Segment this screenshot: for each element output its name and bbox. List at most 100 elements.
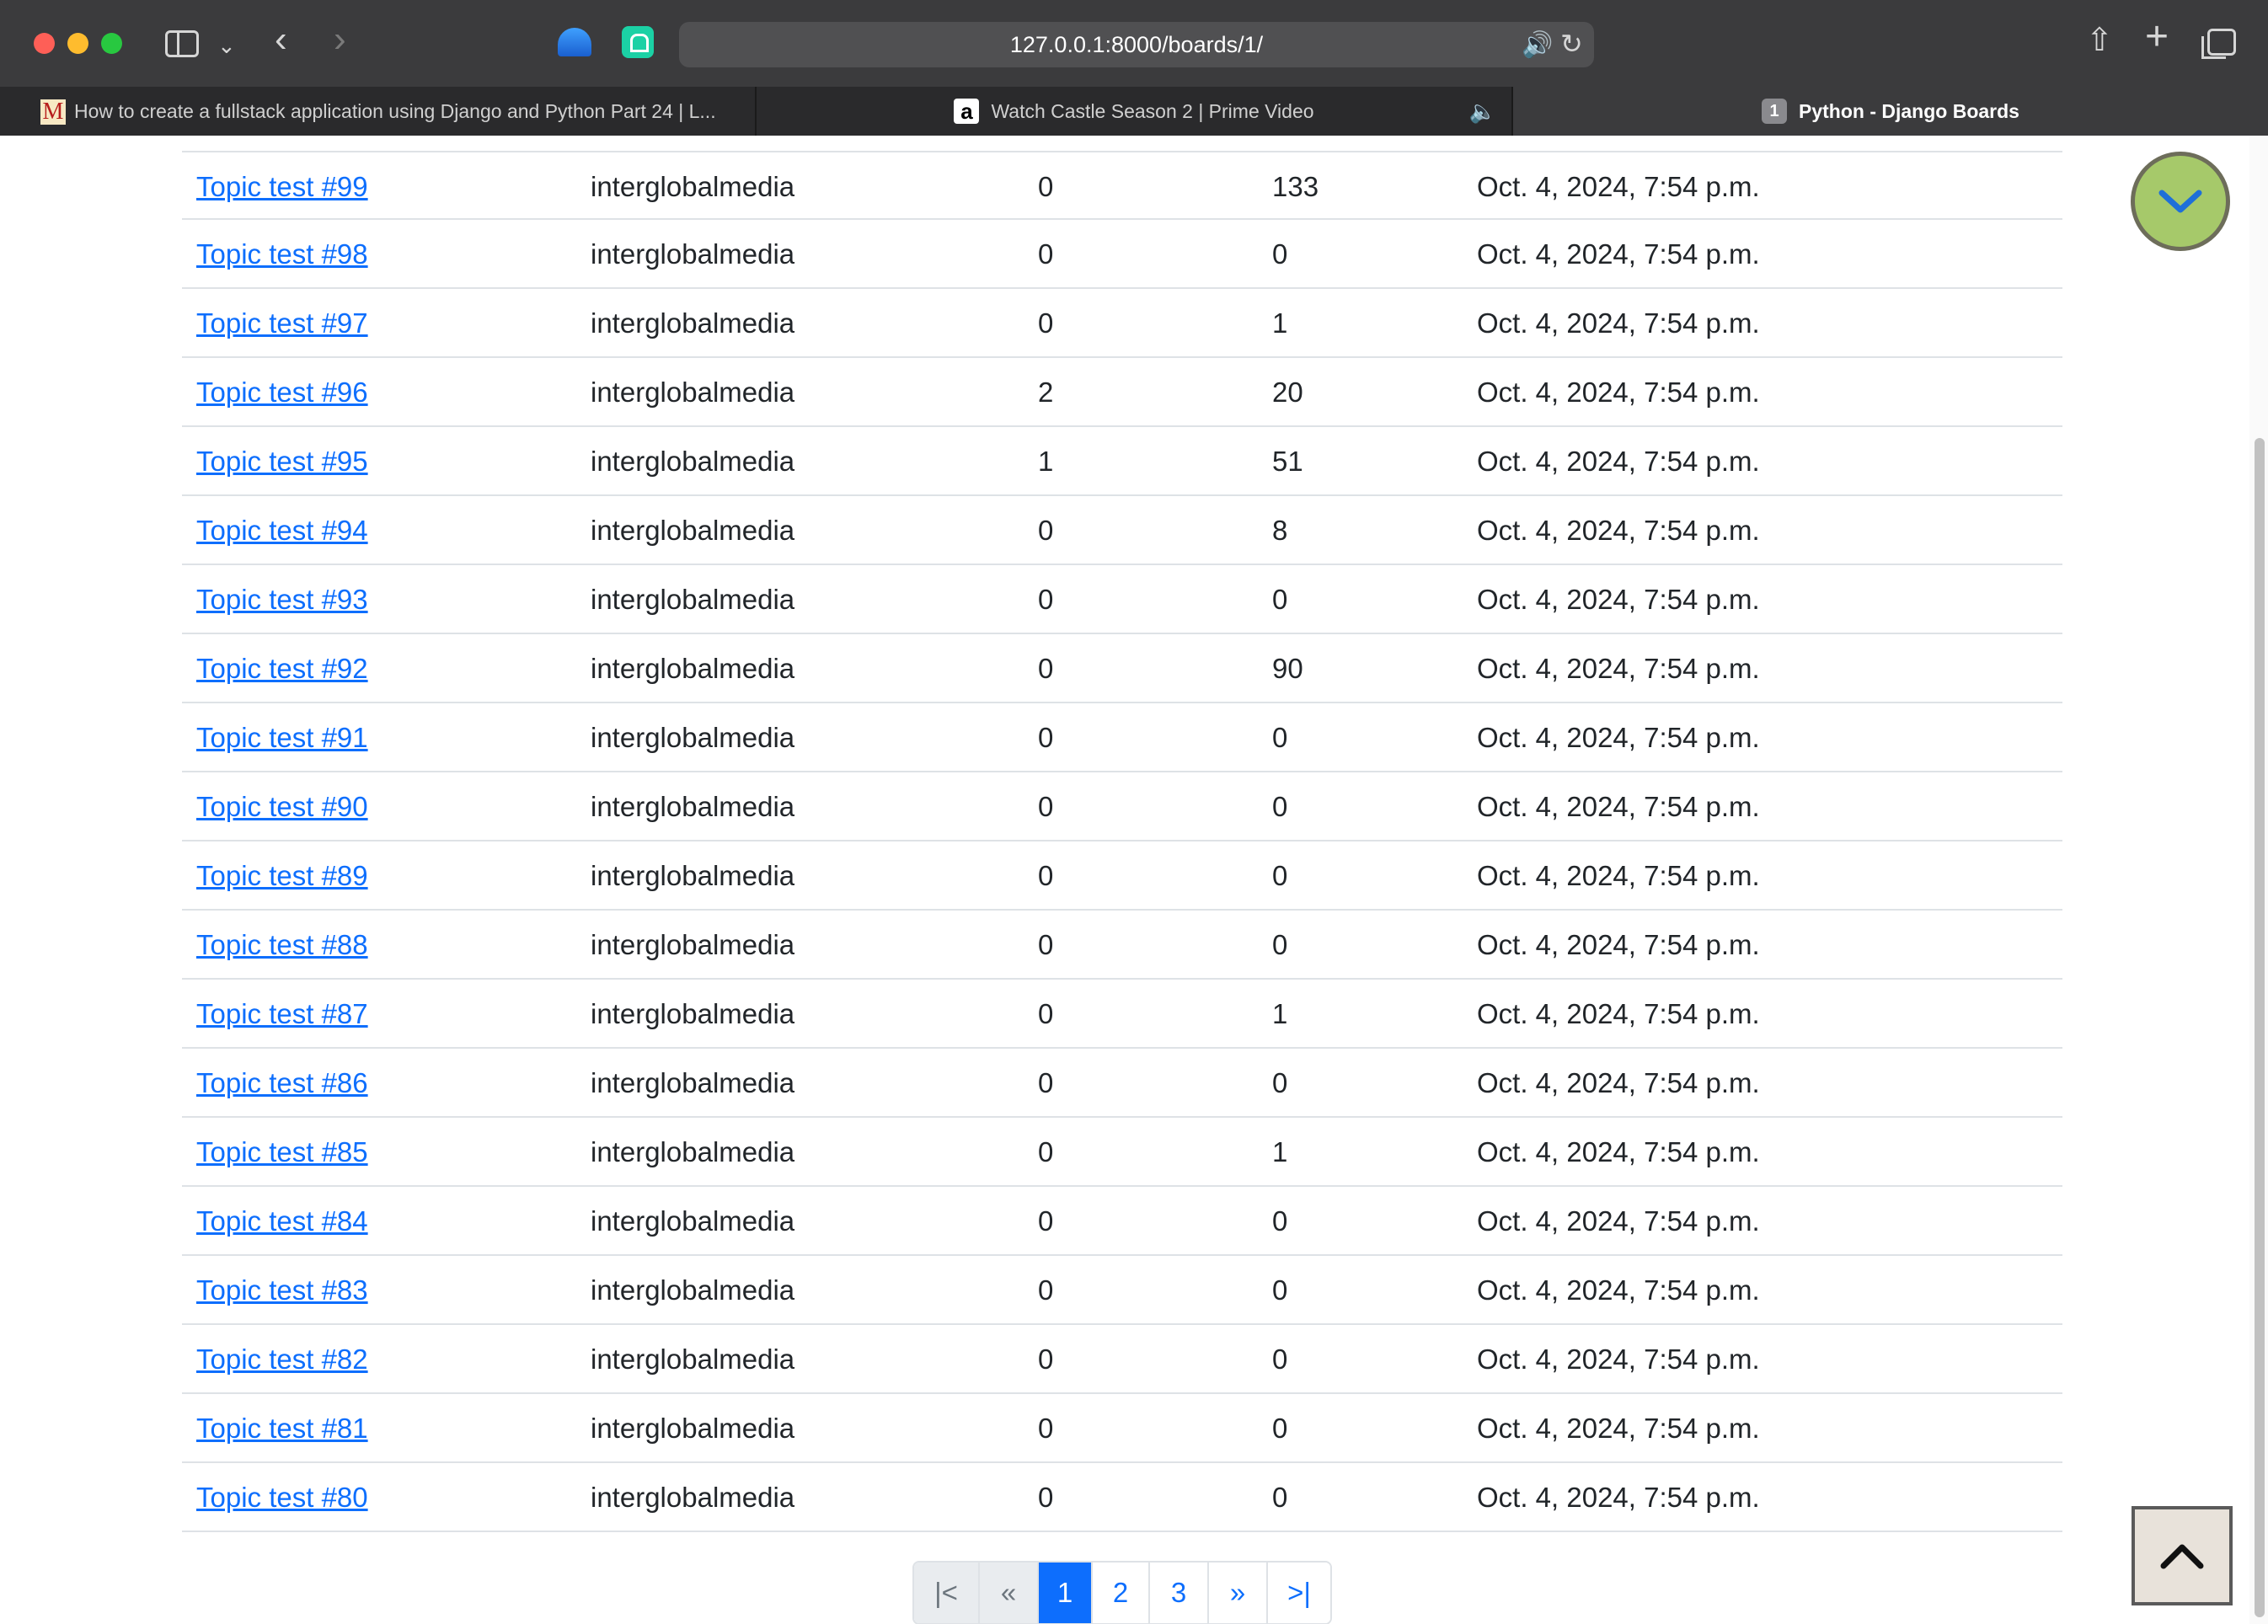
- sidebar-icon[interactable]: [165, 30, 199, 57]
- last-update-cell: Oct. 4, 2024, 7:54 p.m.: [1477, 722, 1760, 753]
- minimize-window-button[interactable]: [67, 33, 88, 54]
- topic-link[interactable]: Topic test #99: [196, 152, 368, 222]
- starter-cell: interglobalmedia: [591, 1205, 795, 1237]
- tab-audio-icon[interactable]: 🔈: [1469, 99, 1496, 125]
- scroll-down-button[interactable]: [2131, 152, 2230, 251]
- tab-strip: M How to create a fullstack application …: [0, 87, 2268, 136]
- last-update-cell: Oct. 4, 2024, 7:54 p.m.: [1477, 171, 1760, 202]
- replies-cell: 0: [1038, 1482, 1054, 1513]
- views-cell: 1: [1272, 1136, 1288, 1167]
- table-row: Topic test #94 interglobalmedia 0 8 Oct. 4, …: [182, 496, 2062, 565]
- pagination: |< « 1 2 3 » >|: [912, 1561, 1332, 1624]
- starter-cell: interglobalmedia: [591, 1136, 795, 1167]
- table-row: Topic test #92 interglobalmedia 0 90 Oct. 4,…: [182, 634, 2062, 703]
- last-update-cell: Oct. 4, 2024, 7:54 p.m.: [1477, 1067, 1760, 1098]
- topic-link[interactable]: Topic test #95: [196, 427, 368, 496]
- forward-icon[interactable]: ›: [334, 21, 346, 58]
- table-row: Topic test #85 interglobalmedia 0 1 Oct. 4, …: [182, 1118, 2062, 1187]
- topic-link[interactable]: Topic test #97: [196, 289, 368, 358]
- topic-link[interactable]: Topic test #85: [196, 1118, 368, 1187]
- table-row: Topic test #90 interglobalmedia 0 0 Oct. 4, …: [182, 772, 2062, 841]
- replies-cell: 0: [1038, 722, 1054, 753]
- speaker-icon[interactable]: 🔊: [1522, 30, 1553, 60]
- topic-link[interactable]: Topic test #87: [196, 980, 368, 1049]
- previous-page-link[interactable]: «: [980, 1563, 1039, 1623]
- starter-cell: interglobalmedia: [591, 1274, 795, 1306]
- starter-cell: interglobalmedia: [591, 860, 795, 891]
- extension-icon[interactable]: [622, 26, 654, 58]
- next-page-link[interactable]: »: [1209, 1563, 1268, 1623]
- table-row: Topic test #93 interglobalmedia 0 0 Oct. 4, …: [182, 565, 2062, 634]
- starter-cell: interglobalmedia: [591, 307, 795, 339]
- starter-cell: interglobalmedia: [591, 1482, 795, 1513]
- tab-overview-icon[interactable]: [2201, 29, 2236, 59]
- starter-cell: interglobalmedia: [591, 171, 795, 202]
- page-content: Topic test #99 interglobalmedia 0 133 Oct. 4…: [0, 136, 2268, 1624]
- last-update-cell: Oct. 4, 2024, 7:54 p.m.: [1477, 238, 1760, 270]
- page-link-3[interactable]: 3: [1150, 1563, 1209, 1623]
- replies-cell: 0: [1038, 1274, 1054, 1306]
- last-update-cell: Oct. 4, 2024, 7:54 p.m.: [1477, 1205, 1760, 1237]
- last-update-cell: Oct. 4, 2024, 7:54 p.m.: [1477, 998, 1760, 1029]
- topic-link[interactable]: Topic test #88: [196, 911, 368, 980]
- scrollbar-thumb[interactable]: [2255, 438, 2265, 1617]
- table-row: Topic test #95 interglobalmedia 1 51 Oct. 4,…: [182, 427, 2062, 496]
- topic-link[interactable]: Topic test #89: [196, 841, 368, 911]
- topic-link[interactable]: Topic test #81: [196, 1394, 368, 1463]
- table-row: Topic test #99 interglobalmedia 0 133 Oct. 4…: [182, 151, 2062, 220]
- last-update-cell: Oct. 4, 2024, 7:54 p.m.: [1477, 584, 1760, 615]
- topic-link[interactable]: Topic test #92: [196, 634, 368, 703]
- views-cell: 0: [1272, 860, 1288, 891]
- chevron-down-icon[interactable]: ⌄: [217, 29, 236, 62]
- tab-title: Python - Django Boards: [1799, 99, 2019, 122]
- topic-link[interactable]: Topic test #84: [196, 1187, 368, 1256]
- last-page-link[interactable]: >|: [1268, 1563, 1330, 1623]
- browser-tab[interactable]: M How to create a fullstack application …: [0, 87, 757, 136]
- starter-cell: interglobalmedia: [591, 238, 795, 270]
- close-window-button[interactable]: [34, 33, 55, 54]
- views-cell: 0: [1272, 1413, 1288, 1444]
- views-cell: 0: [1272, 722, 1288, 753]
- browser-tab[interactable]: a Watch Castle Season 2 | Prime Video 🔈: [757, 87, 1513, 136]
- extension-icon[interactable]: [558, 28, 591, 56]
- replies-cell: 0: [1038, 171, 1054, 202]
- scroll-to-top-button[interactable]: [2132, 1506, 2233, 1605]
- last-update-cell: Oct. 4, 2024, 7:54 p.m.: [1477, 860, 1760, 891]
- topic-link[interactable]: Topic test #93: [196, 565, 368, 634]
- topic-link[interactable]: Topic test #94: [196, 496, 368, 565]
- table-row: Topic test #83 interglobalmedia 0 0 Oct. 4, …: [182, 1256, 2062, 1325]
- tab-favicon: M: [40, 99, 66, 125]
- last-update-cell: Oct. 4, 2024, 7:54 p.m.: [1477, 307, 1760, 339]
- new-tab-icon[interactable]: +: [2145, 17, 2169, 57]
- first-page-link[interactable]: |<: [914, 1563, 980, 1623]
- starter-cell: interglobalmedia: [591, 1344, 795, 1375]
- replies-cell: 0: [1038, 791, 1054, 822]
- topic-link[interactable]: Topic test #82: [196, 1325, 368, 1394]
- share-icon[interactable]: ⇧: [2086, 24, 2113, 57]
- zoom-window-button[interactable]: [101, 33, 122, 54]
- topic-link[interactable]: Topic test #90: [196, 772, 368, 841]
- last-update-cell: Oct. 4, 2024, 7:54 p.m.: [1477, 791, 1760, 822]
- page-link-2[interactable]: 2: [1093, 1563, 1150, 1623]
- browser-tab-active[interactable]: 1 Python - Django Boards: [1513, 87, 2268, 136]
- back-icon[interactable]: ‹: [275, 21, 287, 58]
- table-row: Topic test #96 interglobalmedia 2 20 Oct. 4,…: [182, 358, 2062, 427]
- topic-link[interactable]: Topic test #83: [196, 1256, 368, 1325]
- page-link-1[interactable]: 1: [1039, 1563, 1093, 1623]
- views-cell: 0: [1272, 791, 1288, 822]
- starter-cell: interglobalmedia: [591, 446, 795, 477]
- views-cell: 20: [1272, 377, 1303, 408]
- chevron-down-icon: [2158, 190, 2202, 213]
- topic-link[interactable]: Topic test #80: [196, 1463, 368, 1532]
- reload-icon[interactable]: ↻: [1560, 28, 1583, 60]
- topic-link[interactable]: Topic test #86: [196, 1049, 368, 1118]
- replies-cell: 0: [1038, 1136, 1054, 1167]
- address-bar[interactable]: 127.0.0.1:8000/boards/1/: [679, 22, 1594, 67]
- table-row: Topic test #80 interglobalmedia 0 0 Oct. 4, …: [182, 1463, 2062, 1532]
- topic-link[interactable]: Topic test #91: [196, 703, 368, 772]
- starter-cell: interglobalmedia: [591, 929, 795, 960]
- topic-link[interactable]: Topic test #96: [196, 358, 368, 427]
- topic-link[interactable]: Topic test #98: [196, 220, 368, 289]
- last-update-cell: Oct. 4, 2024, 7:54 p.m.: [1477, 515, 1760, 546]
- replies-cell: 0: [1038, 1205, 1054, 1237]
